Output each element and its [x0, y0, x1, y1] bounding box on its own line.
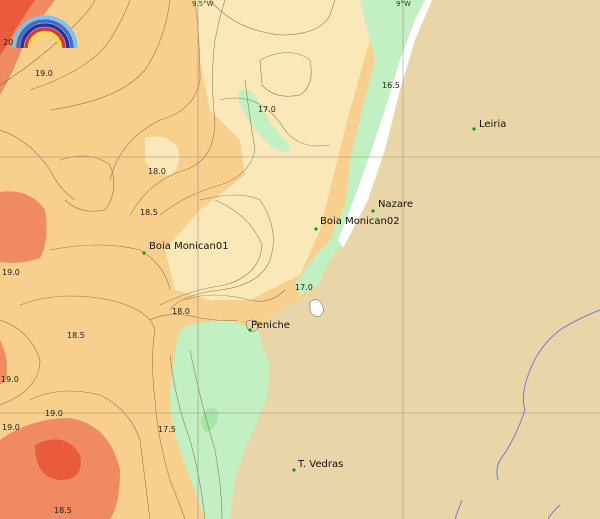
location-label: Boia Monican02 — [320, 216, 400, 227]
grid-label-east: 9°W — [396, 0, 411, 8]
contour-label-1: 19.0 — [35, 69, 53, 78]
location-label: Peniche — [251, 320, 290, 331]
location-dot[interactable] — [371, 209, 375, 213]
location-label: Boia Monican01 — [149, 241, 229, 252]
location-dot[interactable] — [472, 127, 476, 131]
location-label: Nazare — [378, 199, 413, 210]
contour-label-11: 19.0 — [45, 409, 63, 418]
location-dot[interactable] — [142, 251, 146, 255]
sst-map: 20 19.0 17.0 16.5 18.0 18.5 19.0 17.0 18… — [0, 0, 600, 519]
contour-label-12: 17.5 — [158, 425, 176, 434]
contour-label-4: 18.0 — [148, 167, 166, 176]
contour-label-8: 18.0 — [172, 307, 190, 316]
contour-label-9: 18.5 — [67, 331, 85, 340]
location-peniche[interactable]: Peniche — [248, 320, 290, 332]
contour-label-10: 19.0 — [1, 375, 19, 384]
contour-label-6: 19.0 — [2, 268, 20, 277]
grid-label-west: 9.5°W — [192, 0, 214, 8]
contour-label-14: 18.5 — [54, 506, 72, 515]
location-dot[interactable] — [292, 468, 296, 472]
contour-label-13: 19.0 — [2, 423, 20, 432]
contour-label-2: 17.0 — [258, 105, 276, 114]
location-dot[interactable] — [314, 227, 318, 231]
location-label: T. Vedras — [297, 459, 343, 470]
contour-label-0: 20 — [3, 38, 13, 47]
location-t-vedras[interactable]: T. Vedras — [292, 459, 343, 472]
contour-label-7: 17.0 — [295, 283, 313, 292]
contour-label-5: 18.5 — [140, 208, 158, 217]
location-label: Leiria — [479, 119, 506, 130]
contour-label-3: 16.5 — [382, 81, 400, 90]
